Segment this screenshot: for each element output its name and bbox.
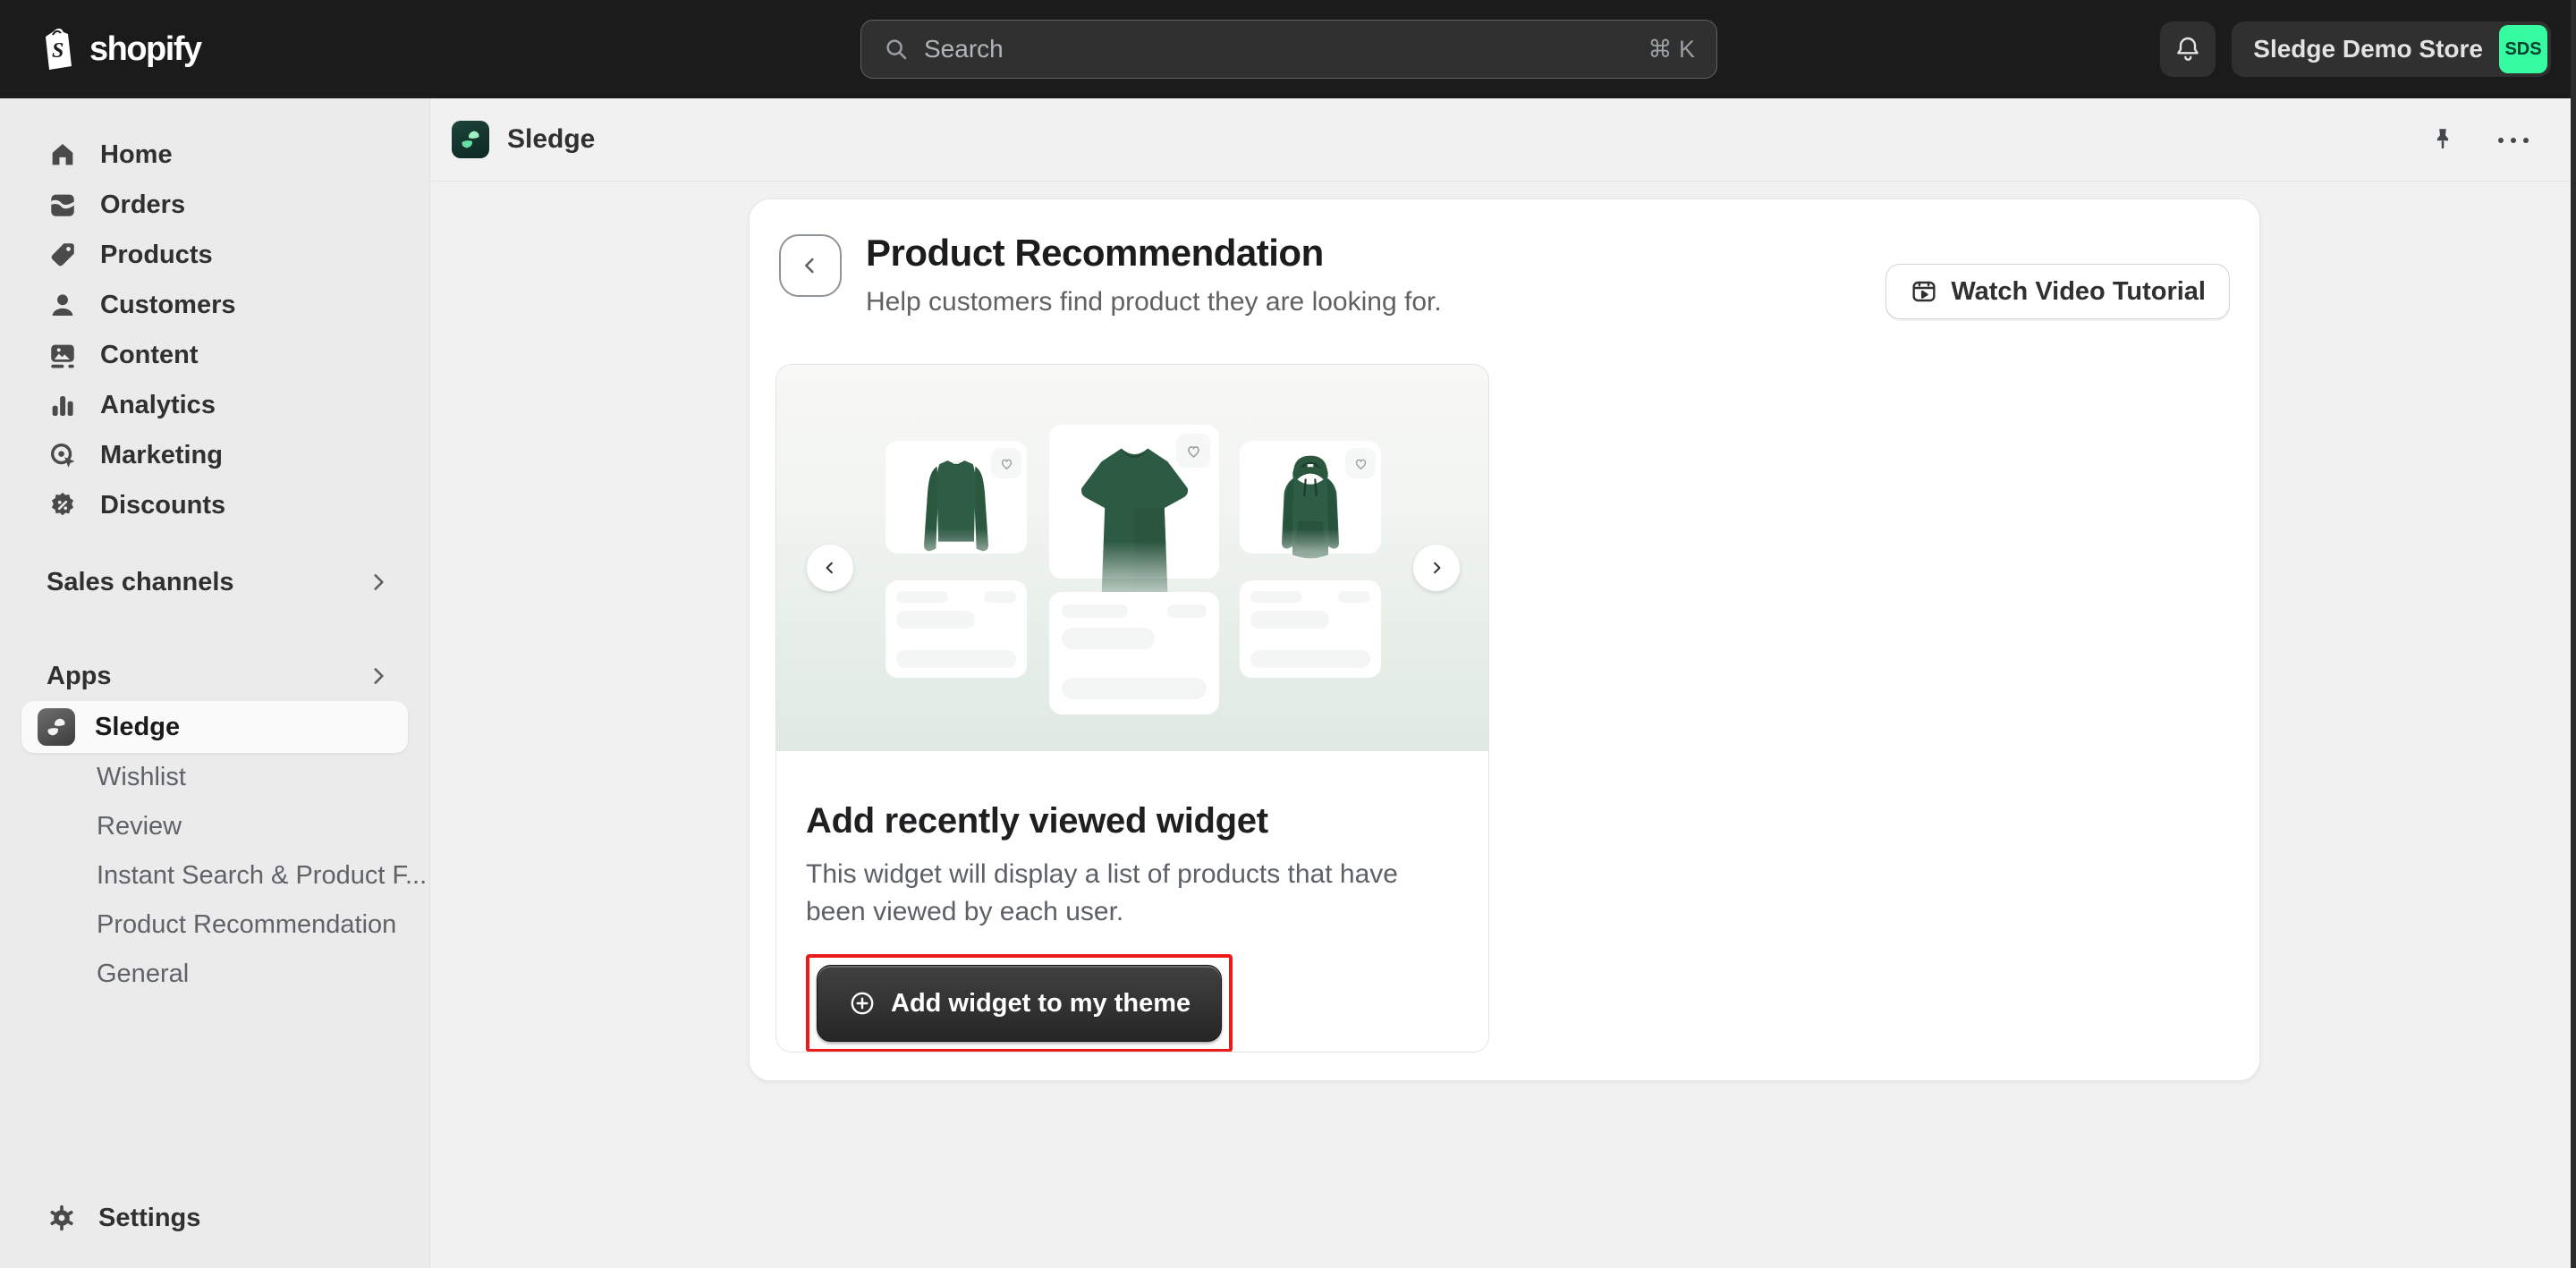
sidebar-item-content[interactable]: Content xyxy=(0,330,429,380)
wishlist-heart-button[interactable] xyxy=(1176,434,1210,468)
sidebar-item-review[interactable]: Review xyxy=(0,802,429,851)
widget-heading: Add recently viewed widget xyxy=(806,801,1268,841)
search-shortcut: ⌘ K xyxy=(1648,35,1695,63)
notifications-button[interactable] xyxy=(2160,21,2216,77)
discounts-icon xyxy=(47,490,79,520)
sidebar-item-sledge-app[interactable]: Sledge xyxy=(21,701,408,753)
topbar-right: Sledge Demo Store SDS xyxy=(2160,21,2551,77)
chevron-right-icon xyxy=(367,664,390,688)
page-title: Product Recommendation xyxy=(866,232,1324,274)
sidebar-item-marketing[interactable]: Marketing xyxy=(0,430,429,480)
marketing-icon xyxy=(47,440,79,470)
annotation-highlight-box: Add widget to my theme xyxy=(806,954,1233,1052)
sidebar-item-instant-search[interactable]: Instant Search & Product F... xyxy=(0,851,429,900)
add-widget-label: Add widget to my theme xyxy=(891,988,1191,1018)
gear-icon xyxy=(47,1203,77,1233)
search-input[interactable] xyxy=(924,35,1634,63)
widget-info-section: Add recently viewed widget This widget w… xyxy=(776,751,1488,1052)
shopify-logo[interactable]: S shopify xyxy=(39,27,202,72)
global-search[interactable]: ⌘ K xyxy=(860,20,1717,79)
main-area: Sledge Product Recommendation Help custo… xyxy=(430,98,2576,1268)
more-options-icon[interactable] xyxy=(2496,135,2531,146)
watch-video-label: Watch Video Tutorial xyxy=(1951,276,2206,306)
chevron-left-icon xyxy=(798,253,823,278)
product-card-skeleton xyxy=(886,580,1027,678)
shopify-admin-screen: S shopify ⌘ K Sledge Demo xyxy=(0,0,2576,1268)
shopify-bag-icon: S xyxy=(39,27,79,72)
sidebar: Home Orders Products Customers Content A xyxy=(0,98,430,1268)
sidebar-item-general[interactable]: General xyxy=(0,950,429,999)
widget-description: This widget will display a list of produ… xyxy=(806,859,1398,926)
wishlist-heart-button[interactable] xyxy=(1345,448,1376,478)
sidebar-section-sales-channels[interactable]: Sales channels xyxy=(0,557,429,607)
sidebar-item-home[interactable]: Home xyxy=(0,130,429,180)
topbar: S shopify ⌘ K Sledge Demo xyxy=(0,0,2576,98)
tag-icon xyxy=(47,240,79,270)
sidebar-item-products[interactable]: Products xyxy=(0,230,429,280)
analytics-icon xyxy=(47,390,79,420)
sledge-app-icon xyxy=(38,708,75,746)
store-initials-badge: SDS xyxy=(2499,25,2547,73)
app-title: Sledge xyxy=(507,124,596,154)
chevron-right-icon xyxy=(367,571,390,594)
store-menu-button[interactable]: Sledge Demo Store SDS xyxy=(2232,21,2551,77)
video-tutorial-icon xyxy=(1910,277,1938,306)
page-subtitle: Help customers find product they are loo… xyxy=(866,287,1442,317)
sidebar-item-settings[interactable]: Settings xyxy=(0,1193,429,1243)
sidebar-item-customers[interactable]: Customers xyxy=(0,280,429,330)
app-header: Sledge xyxy=(430,98,2576,182)
product-recommendation-card: Product Recommendation Help customers fi… xyxy=(749,199,2260,1081)
window-scrollbar[interactable] xyxy=(2571,0,2576,1268)
sledge-app-icon xyxy=(452,121,489,158)
sidebar-item-discounts[interactable]: Discounts xyxy=(0,480,429,530)
back-button[interactable] xyxy=(779,234,842,297)
sidebar-item-product-recommendation[interactable]: Product Recommendation xyxy=(0,900,429,950)
plus-circle-icon xyxy=(848,989,877,1018)
widget-preview-panel: Add recently viewed widget This widget w… xyxy=(775,364,1489,1052)
product-card-skeleton xyxy=(1240,580,1381,678)
wishlist-heart-button[interactable] xyxy=(991,448,1021,478)
carousel-next-button[interactable] xyxy=(1413,545,1460,591)
bell-icon xyxy=(2174,35,2202,63)
add-widget-button[interactable]: Add widget to my theme xyxy=(817,965,1223,1042)
sidebar-section-apps[interactable]: Apps xyxy=(0,651,429,701)
svg-text:S: S xyxy=(52,39,64,63)
content-icon xyxy=(47,340,79,370)
widget-preview-carousel xyxy=(776,365,1488,751)
orders-icon xyxy=(47,190,79,220)
store-name: Sledge Demo Store xyxy=(2253,35,2483,63)
home-icon xyxy=(47,139,79,170)
sidebar-item-wishlist[interactable]: Wishlist xyxy=(0,753,429,802)
header-actions xyxy=(2428,98,2531,182)
shopify-wordmark: shopify xyxy=(89,30,202,68)
customers-icon xyxy=(47,290,79,320)
sidebar-nav: Home Orders Products Customers Content A xyxy=(0,130,429,999)
search-icon xyxy=(883,36,910,63)
sidebar-item-analytics[interactable]: Analytics xyxy=(0,380,429,430)
carousel-prev-button[interactable] xyxy=(807,545,853,591)
pin-icon[interactable] xyxy=(2428,125,2458,156)
watch-video-tutorial-button[interactable]: Watch Video Tutorial xyxy=(1885,264,2230,319)
product-card-skeleton xyxy=(1049,592,1219,714)
sidebar-item-orders[interactable]: Orders xyxy=(0,180,429,230)
